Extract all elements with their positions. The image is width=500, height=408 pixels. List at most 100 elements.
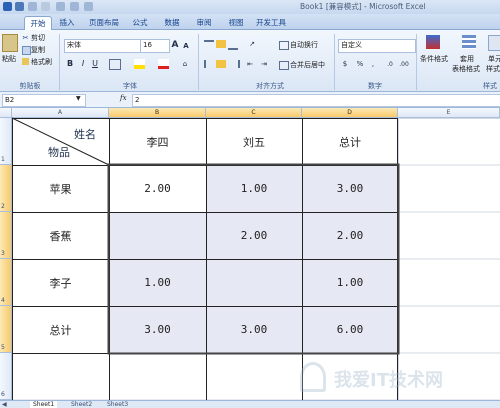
phonetic-icon[interactable]: ⌂ <box>180 59 190 69</box>
tab-review[interactable]: 审阅 <box>192 16 216 30</box>
save-icon[interactable] <box>15 2 24 11</box>
row-label-cell[interactable]: 总计 <box>12 306 109 353</box>
merge-center-icon[interactable] <box>279 61 289 70</box>
align-right-icon[interactable] <box>228 60 240 68</box>
format-as-table-label-2[interactable]: 表格格式 <box>452 64 480 74</box>
tab-page-layout[interactable]: 页面布局 <box>84 16 124 30</box>
tab-formulas[interactable]: 公式 <box>128 16 152 30</box>
header-cell[interactable]: 刘五 <box>206 118 302 165</box>
increase-decimal-icon[interactable]: .0 <box>384 59 396 69</box>
tab-view[interactable]: 视图 <box>224 16 248 30</box>
align-bottom-icon[interactable] <box>228 40 238 50</box>
cell-styles-label-2[interactable]: 样式 <box>486 64 500 74</box>
office-button-icon[interactable] <box>3 2 12 11</box>
decrease-indent-icon[interactable]: ⇤ <box>245 60 255 68</box>
undo-icon[interactable] <box>28 2 37 11</box>
orientation-icon[interactable]: ↗ <box>246 40 258 48</box>
data-cell[interactable]: 1.00 <box>109 259 206 306</box>
italic-button[interactable]: I <box>78 58 88 69</box>
ribbon-separator <box>59 34 60 90</box>
customize-toolbar-icon[interactable] <box>84 2 93 11</box>
percent-button[interactable]: % <box>355 59 365 69</box>
grow-font-icon[interactable]: A <box>170 39 180 50</box>
copy-icon[interactable] <box>22 46 31 55</box>
insert-function-button[interactable]: fx <box>120 94 127 102</box>
watermark-logo-icon <box>300 362 326 392</box>
font-size-select[interactable]: 16 <box>140 39 170 53</box>
data-cell[interactable] <box>206 259 302 306</box>
alignment-group-label: 对齐方式 <box>256 82 284 90</box>
quick-access-icon[interactable] <box>56 2 65 11</box>
redo-icon[interactable] <box>41 2 50 11</box>
cut-icon[interactable]: ✂ <box>22 34 29 42</box>
number-format-select[interactable]: 自定义 <box>338 39 416 53</box>
row-label-cell[interactable]: 李子 <box>12 259 109 306</box>
print-preview-icon[interactable] <box>70 2 79 11</box>
ribbon-separator <box>416 34 417 90</box>
fill-color-icon[interactable] <box>134 59 145 69</box>
data-cell[interactable]: 2.00 <box>109 165 206 212</box>
font-color-icon[interactable] <box>158 59 169 69</box>
shrink-font-icon[interactable]: A <box>181 40 191 51</box>
underline-button[interactable]: U <box>90 58 100 69</box>
clipboard-group-label: 剪贴板 <box>19 82 41 90</box>
sheet-nav-icon[interactable]: ◀ <box>2 401 7 408</box>
decrease-decimal-icon[interactable]: .00 <box>398 59 410 69</box>
formula-input[interactable]: 2 <box>132 94 500 107</box>
format-as-table-label-1[interactable]: 套用 <box>460 54 474 64</box>
sheet-tab-2[interactable]: Sheet2 <box>68 401 95 408</box>
header-cell[interactable]: 李四 <box>109 118 206 165</box>
name-box[interactable]: B2 <box>2 94 86 107</box>
watermark-text: 我爱IT技术网 <box>334 370 443 391</box>
sheet-tab-1[interactable]: Sheet1 <box>30 401 58 408</box>
data-cell[interactable]: 3.00 <box>302 165 398 212</box>
conditional-format-icon[interactable] <box>426 35 440 49</box>
cell-styles-icon[interactable] <box>488 35 500 51</box>
wrap-text-icon[interactable] <box>279 41 289 50</box>
data-cell[interactable]: 1.00 <box>206 165 302 212</box>
data-cell[interactable]: 6.00 <box>302 306 398 353</box>
ribbon: 粘贴 ✂ 剪切 复制 格式刷 剪贴板 宋体 16 A A B I U ⌂ 字体 … <box>0 30 500 92</box>
watermark: 我爱IT技术网 <box>300 358 490 398</box>
paste-button[interactable]: 粘贴 <box>2 54 16 64</box>
bold-button[interactable]: B <box>65 58 75 69</box>
comma-button[interactable]: , <box>368 59 378 69</box>
data-cell[interactable]: 2.00 <box>206 212 302 259</box>
tab-developer[interactable]: 开发工具 <box>254 16 288 30</box>
conditional-format-button[interactable]: 条件格式 <box>420 54 448 64</box>
row-label-cell[interactable]: 香蕉 <box>12 212 109 259</box>
borders-icon[interactable] <box>109 59 121 70</box>
data-cell[interactable]: 3.00 <box>109 306 206 353</box>
tab-data[interactable]: 数据 <box>160 16 184 30</box>
align-left-icon[interactable] <box>204 60 216 68</box>
increase-indent-icon[interactable]: ⇥ <box>259 60 269 68</box>
tab-insert[interactable]: 插入 <box>56 16 78 30</box>
align-top-icon[interactable] <box>204 40 214 50</box>
accounting-icon[interactable]: $ <box>339 59 351 69</box>
wrap-text-button[interactable]: 自动换行 <box>290 40 318 50</box>
align-center-icon[interactable] <box>216 60 226 68</box>
name-box-dropdown-icon[interactable]: ▼ <box>76 95 81 102</box>
format-painter-icon[interactable] <box>22 58 29 65</box>
data-cell[interactable]: 3.00 <box>206 306 302 353</box>
merge-center-button[interactable]: 合并后居中 <box>290 60 325 70</box>
font-family-select[interactable]: 宋体 <box>64 39 142 53</box>
sheet-tab-3[interactable]: Sheet3 <box>104 401 131 408</box>
ribbon-separator <box>334 34 335 90</box>
ribbon-tabs: 开始 插入 页面布局 公式 数据 审阅 视图 开发工具 <box>0 14 500 31</box>
data-cell[interactable]: 1.00 <box>302 259 398 306</box>
header-cell[interactable]: 总计 <box>302 118 398 165</box>
format-painter-button[interactable]: 格式刷 <box>31 57 52 67</box>
cell-styles-label-1[interactable]: 单元 <box>488 54 500 64</box>
data-cell[interactable] <box>109 212 206 259</box>
cut-button[interactable]: 剪切 <box>31 33 45 43</box>
paste-icon[interactable] <box>2 34 18 52</box>
format-as-table-icon[interactable] <box>462 35 476 49</box>
data-cell[interactable]: 2.00 <box>302 212 398 259</box>
copy-button[interactable]: 复制 <box>31 45 45 55</box>
align-middle-icon[interactable] <box>216 40 226 48</box>
tab-home[interactable]: 开始 <box>24 16 52 31</box>
formula-bar: B2 ▼ fx 2 <box>0 92 500 108</box>
styles-group-label: 样式 <box>483 82 497 90</box>
row-label-cell[interactable]: 苹果 <box>12 165 109 212</box>
